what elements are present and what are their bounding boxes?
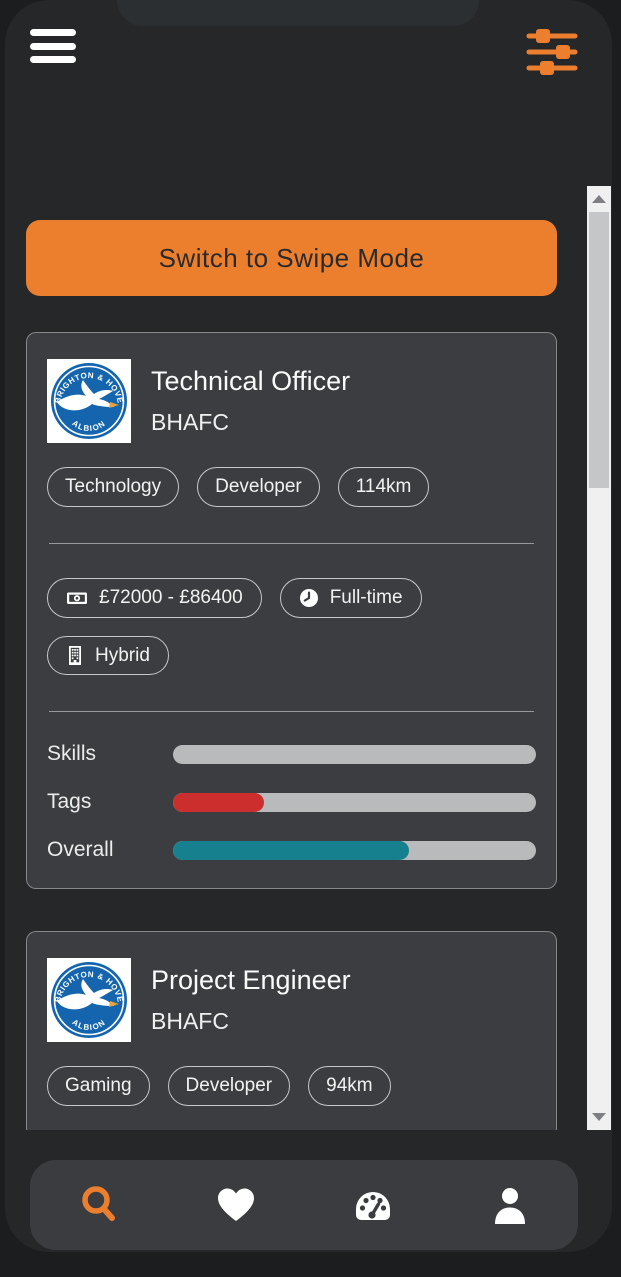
building-icon: [69, 645, 81, 665]
tag-chip: 94km: [308, 1066, 391, 1106]
nav-dashboard-button[interactable]: [341, 1177, 405, 1233]
clock-icon: [299, 588, 318, 607]
scrollbar-track[interactable]: [587, 212, 611, 1104]
score-label: Skills: [47, 742, 97, 766]
company-logo-crest: BRIGHTON & HOVE ALBION: [47, 359, 131, 443]
card-divider: [49, 542, 534, 544]
job-tags: Technology Developer 114km: [47, 467, 536, 507]
profile-icon: [494, 1188, 525, 1224]
job-list-scroll-area: Switch to Swipe Mode BRIGHTON & HOVE ALB…: [5, 186, 587, 1130]
employment-type-chip: Full-time: [279, 577, 422, 618]
job-card[interactable]: BRIGHTON & HOVE ALBION Technical Officer…: [26, 332, 557, 890]
job-card-titles: Technical Officer BHAFC: [151, 368, 350, 434]
card-divider: [49, 711, 534, 713]
overall-progress-fill: [173, 840, 409, 860]
work-location-text: Hybrid: [95, 644, 150, 666]
job-company: BHAFC: [151, 409, 229, 435]
hamburger-icon: [30, 42, 76, 50]
salary-text: £72000 - £86400: [99, 586, 243, 608]
score-row-skills: Skills: [47, 742, 536, 766]
match-scores: Skills Tags Overall: [47, 742, 536, 862]
tags-progress-bar: [173, 792, 536, 812]
tag-chip: 114km: [337, 467, 430, 507]
job-card[interactable]: BRIGHTON & HOVE ALBION Project Engineer …: [26, 931, 557, 1130]
tags-progress-fill: [173, 792, 264, 812]
scrollbar[interactable]: [587, 186, 611, 1130]
tag-chip: Developer: [167, 1066, 291, 1106]
score-row-tags: Tags: [47, 790, 536, 814]
hamburger-icon: [30, 29, 76, 36]
job-card-header: BRIGHTON & HOVE ALBION Project Engineer …: [47, 958, 536, 1043]
scroll-down-button[interactable]: [587, 1104, 611, 1130]
overall-progress-bar: [173, 840, 536, 860]
scrollbar-thumb[interactable]: [589, 212, 609, 488]
job-tags: Gaming Developer 94km: [47, 1066, 536, 1106]
search-icon: [81, 1186, 115, 1221]
score-row-overall: Overall: [47, 838, 536, 862]
scroll-up-icon: [592, 195, 606, 203]
filter-button[interactable]: [523, 27, 581, 77]
work-location-chip: Hybrid: [47, 635, 169, 676]
app-screen: Switch to Swipe Mode BRIGHTON & HOVE ALB…: [5, 0, 612, 1252]
menu-button[interactable]: [30, 29, 76, 63]
top-notch: [117, 0, 479, 26]
job-card-header: BRIGHTON & HOVE ALBION Technical Officer…: [47, 359, 536, 443]
job-title: Project Engineer: [151, 965, 351, 996]
heart-icon: [217, 1188, 254, 1221]
job-card-titles: Project Engineer BHAFC: [151, 967, 351, 1033]
scroll-up-button[interactable]: [587, 186, 611, 212]
switch-mode-button[interactable]: Switch to Swipe Mode: [26, 220, 557, 296]
hamburger-icon: [30, 56, 76, 63]
nav-search-button[interactable]: [67, 1177, 131, 1233]
employment-type-text: Full-time: [329, 586, 403, 608]
tag-chip: Developer: [197, 467, 320, 507]
score-label: Tags: [47, 790, 92, 814]
scroll-down-icon: [592, 1113, 606, 1121]
tag-chip: Gaming: [47, 1066, 150, 1106]
sliders-icon: [526, 29, 578, 75]
job-company: BHAFC: [151, 1008, 229, 1035]
banknote-icon: [67, 592, 87, 604]
skills-progress-bar: [173, 744, 536, 764]
tag-chip: Technology: [47, 467, 180, 507]
bottom-nav: [30, 1160, 578, 1250]
company-logo-crest: BRIGHTON & HOVE ALBION: [47, 958, 131, 1043]
gauge-icon: [355, 1192, 390, 1220]
salary-chip: £72000 - £86400: [47, 577, 262, 618]
nav-favorites-button[interactable]: [204, 1177, 268, 1233]
job-details: £72000 - £86400 Full-time Hybrid: [47, 577, 536, 676]
nav-profile-button[interactable]: [478, 1177, 542, 1233]
score-label: Overall: [47, 838, 114, 862]
job-title: Technical Officer: [151, 366, 351, 396]
